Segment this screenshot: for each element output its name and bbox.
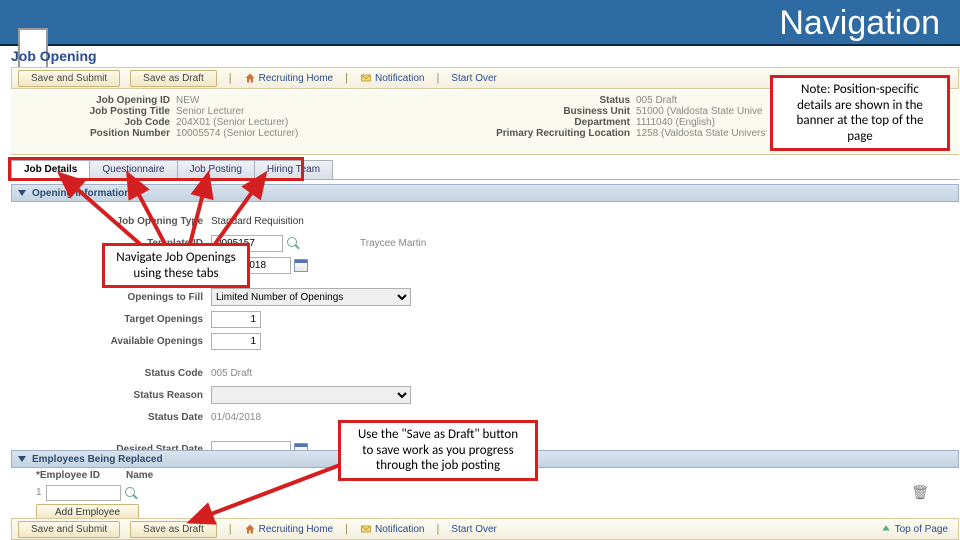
recruiting-home-label: Recruiting Home xyxy=(259,73,333,84)
top-of-page-link[interactable]: Top of Page xyxy=(880,523,948,535)
notification-link[interactable]: Notification xyxy=(360,72,424,84)
save-submit-button[interactable]: Save and Submit xyxy=(18,70,120,87)
notification-label: Notification xyxy=(375,73,424,84)
label: Status Code xyxy=(51,368,211,379)
save-draft-button[interactable]: Save as Draft xyxy=(130,70,217,87)
callout-text: Navigate Job Openings using these tabs xyxy=(116,250,235,281)
label: Primary Recruiting Location xyxy=(466,128,636,139)
delete-row-icon[interactable]: 🗑 xyxy=(911,484,929,501)
label: Job Posting Title xyxy=(36,106,176,117)
employee-id-input[interactable] xyxy=(46,485,121,501)
value: 005 Draft xyxy=(636,95,677,106)
arrow-icon xyxy=(210,164,290,254)
notification-label: Notification xyxy=(375,524,424,535)
arrow-icon xyxy=(180,460,350,530)
value: NEW xyxy=(176,95,199,106)
callout-tabs: Navigate Job Openings using these tabs xyxy=(102,243,250,288)
callout-note: Note: Position-specific details are show… xyxy=(770,75,950,151)
value: 51000 (Valdosta State Unive xyxy=(636,106,763,117)
value: 005 Draft xyxy=(211,368,252,379)
target-openings-input[interactable] xyxy=(211,311,261,328)
callout-text: Note: Position-specific details are show… xyxy=(797,82,924,144)
label: Openings to Fill xyxy=(51,292,211,303)
callout-text: Use the "Save as Draft" button to save w… xyxy=(358,427,518,473)
envelope-icon xyxy=(360,523,372,535)
label: Job Code xyxy=(36,117,176,128)
save-submit-button-bottom[interactable]: Save and Submit xyxy=(18,521,120,538)
envelope-icon xyxy=(360,72,372,84)
toolbar-bottom: Save and Submit Save as Draft | Recruiti… xyxy=(11,518,959,540)
label: Available Openings xyxy=(51,336,211,347)
value: 01/04/2018 xyxy=(211,412,261,423)
available-openings-input[interactable] xyxy=(211,333,261,350)
collapse-icon xyxy=(18,190,26,196)
start-over-link-bottom[interactable]: Start Over xyxy=(451,524,497,535)
slide-banner: Navigation xyxy=(0,0,960,46)
callout-draft: Use the "Save as Draft" button to save w… xyxy=(338,420,538,481)
row-number: 1 xyxy=(36,487,46,498)
value: 1258 (Valdosta State Univers xyxy=(636,128,765,139)
created-by-value: Traycee Martin xyxy=(360,238,426,249)
top-of-page-label: Top of Page xyxy=(895,524,948,535)
value: 10005574 (Senior Lecturer) xyxy=(176,128,298,139)
label: Target Openings xyxy=(51,314,211,325)
slide-title: Navigation xyxy=(779,4,940,43)
arrow-up-icon xyxy=(880,523,892,535)
toolbar-separator: | xyxy=(343,72,350,84)
section-title: Employees Being Replaced xyxy=(32,454,163,465)
calendar-icon[interactable] xyxy=(294,259,308,272)
col-name: Name xyxy=(126,470,153,481)
toolbar-separator: | xyxy=(434,523,441,535)
label: Business Unit xyxy=(466,106,636,117)
label: Status Reason xyxy=(51,390,211,401)
label: Status Date xyxy=(51,412,211,423)
openings-to-fill-select[interactable]: Limited Number of Openings xyxy=(211,288,411,306)
toolbar-separator: | xyxy=(434,72,441,84)
employee-row: 1 🗑 xyxy=(36,484,949,501)
notification-link-bottom[interactable]: Notification xyxy=(360,523,424,535)
label: Status xyxy=(466,95,636,106)
label: Job Opening ID xyxy=(36,95,176,106)
toolbar-separator: | xyxy=(227,72,234,84)
lookup-icon[interactable] xyxy=(124,486,138,500)
page-title: Job Opening xyxy=(11,48,97,64)
col-employee-id: *Employee ID xyxy=(36,470,126,481)
home-icon xyxy=(244,72,256,84)
value: 1111040 (English) xyxy=(636,117,715,128)
banner-underline xyxy=(0,44,960,46)
label: Position Number xyxy=(36,128,176,139)
value: Senior Lecturer xyxy=(176,106,244,117)
start-over-link[interactable]: Start Over xyxy=(451,73,497,84)
label: Department xyxy=(466,117,636,128)
collapse-icon xyxy=(18,456,26,462)
recruiting-home-link[interactable]: Recruiting Home xyxy=(244,72,333,84)
value: 204X01 (Senior Lecturer) xyxy=(176,117,288,128)
status-reason-select[interactable] xyxy=(211,386,411,404)
